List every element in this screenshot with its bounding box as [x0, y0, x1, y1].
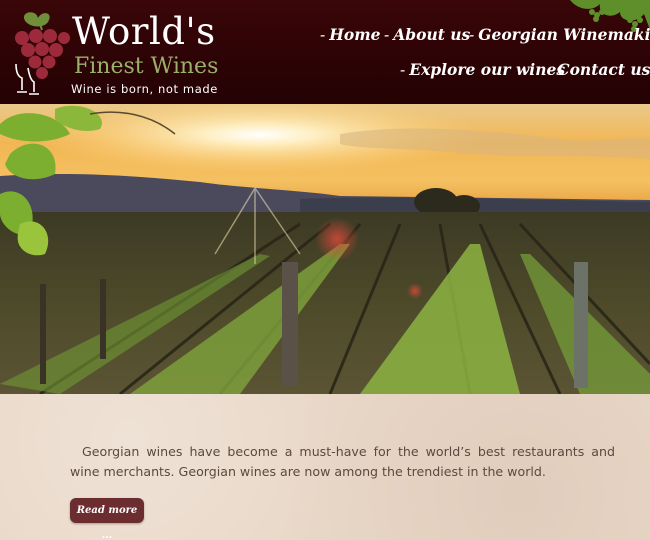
nav-georgian-winemaking[interactable]: -Georgian Winemaking	[469, 25, 650, 44]
nav-georgian-winemaking-label: Georgian Winemaking	[478, 25, 650, 44]
nav-explore-our-wines[interactable]: - Explore our wines	[400, 60, 565, 79]
vineyard-sunset-image	[0, 104, 650, 394]
intro-paragraph: Georgian wines have become a must-have f…	[70, 444, 615, 479]
brand-title: World's	[72, 10, 216, 53]
hero-banner	[0, 104, 650, 394]
nav-explore-our-wines-label: Explore our wines	[409, 60, 566, 79]
nav-about-us-label: About us	[393, 25, 471, 44]
brand-tagline: Wine is born, not made	[71, 82, 218, 96]
read-more-button[interactable]: Read more ...	[70, 498, 144, 540]
brand-subtitle: Finest Wines	[74, 54, 219, 79]
nav-about-us[interactable]: - About us	[384, 25, 470, 44]
nav-home-label: Home	[329, 25, 381, 44]
site-logo[interactable]: World's Finest Wines Wine is born, not m…	[8, 6, 238, 98]
site-header: World's Finest Wines Wine is born, not m…	[0, 0, 650, 104]
nav-contact-us-label: Contact us	[557, 60, 650, 79]
grape-cluster-icon	[15, 12, 70, 95]
nav-home[interactable]: - Home	[320, 25, 381, 44]
main-nav: -Home -About us -Georgian Winemaking -Ex…	[250, 0, 650, 104]
main-content: Georgian wines have become a must-have f…	[0, 394, 650, 540]
nav-contact-us[interactable]: - Contact us	[548, 60, 650, 79]
